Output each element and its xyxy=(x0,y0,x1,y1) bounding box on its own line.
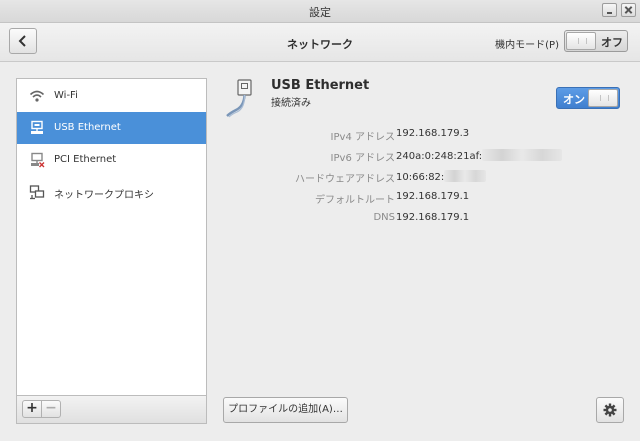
sidebar-item-label: USB Ethernet xyxy=(54,122,121,133)
airplane-mode-label: 機内モード(P) xyxy=(495,40,559,51)
sidebar-item-label: Wi-Fi xyxy=(54,90,78,101)
minimize-button[interactable] xyxy=(602,3,617,17)
add-device-button[interactable]: + xyxy=(22,400,42,418)
detail-value: 10:66:82: xyxy=(396,170,487,183)
device-power-toggle[interactable]: オン xyxy=(556,87,620,109)
detail-value: 192.168.179.1 xyxy=(396,212,470,223)
sidebar-item-wifi[interactable]: Wi-Fi xyxy=(17,80,206,112)
toggle-state-label: オフ xyxy=(601,36,623,49)
detail-value: 192.168.179.1 xyxy=(396,191,470,202)
redacted-area xyxy=(482,149,563,161)
gear-icon xyxy=(603,403,617,417)
detail-row-ipv4: IPv4 アドレス 192.168.179.3 xyxy=(220,128,640,144)
detail-key: IPv4 アドレス xyxy=(330,132,395,143)
sidebar-item-label: PCI Ethernet xyxy=(54,154,117,165)
remove-device-button[interactable]: − xyxy=(41,400,61,418)
detail-row-hardware-address: ハードウェアアドレス 10:66:82: xyxy=(220,170,640,186)
device-name: USB Ethernet xyxy=(271,78,370,93)
ethernet-cable-icon xyxy=(226,79,252,118)
wired-network-icon xyxy=(31,120,43,134)
detail-row-ipv6: IPv6 アドレス 240a:0:248:21af: xyxy=(220,149,640,165)
device-list-toolbar: + − xyxy=(16,396,207,424)
detail-key: IPv6 アドレス xyxy=(330,153,395,164)
toggle-knob xyxy=(566,32,596,50)
redacted-area xyxy=(444,170,487,182)
wired-network-disconnected-icon xyxy=(31,152,45,168)
detail-value: 192.168.179.3 xyxy=(396,128,470,139)
toggle-knob xyxy=(588,89,618,107)
detail-value: 240a:0:248:21af: xyxy=(396,149,563,162)
detail-key: デフォルトルート xyxy=(315,195,395,206)
wifi-icon xyxy=(29,90,45,102)
detail-row-dns: DNS 192.168.179.1 xyxy=(220,212,640,228)
toggle-state-label: オン xyxy=(563,93,585,106)
network-proxy-icon xyxy=(29,185,45,200)
add-profile-button[interactable]: プロファイルの追加(A)… xyxy=(223,397,348,423)
airplane-mode-toggle[interactable]: オフ xyxy=(564,30,628,52)
detail-key: ハードウェアアドレス xyxy=(295,174,395,185)
sidebar-item-network-proxy[interactable]: ネットワークプロキシ xyxy=(17,176,206,208)
detail-key: DNS xyxy=(373,212,395,223)
device-status: 接続済み xyxy=(271,98,311,109)
sidebar-item-pci-ethernet[interactable]: PCI Ethernet xyxy=(17,144,206,176)
header-bar: ネットワーク 機内モード(P) オフ xyxy=(0,23,640,62)
sidebar-item-usb-ethernet[interactable]: USB Ethernet xyxy=(17,112,206,144)
device-settings-button[interactable] xyxy=(596,397,624,423)
title-bar: 設定 xyxy=(0,0,640,23)
close-button[interactable] xyxy=(621,3,636,17)
settings-window: 設定 ネットワーク 機内モード(P) オフ Wi-Fi USB Ethernet… xyxy=(0,0,640,441)
window-title: 設定 xyxy=(309,6,331,19)
device-list: Wi-Fi USB Ethernet PCI Ethernet ネットワークプロ… xyxy=(16,78,207,396)
detail-row-default-route: デフォルトルート 192.168.179.1 xyxy=(220,191,640,207)
sidebar-item-label: ネットワークプロキシ xyxy=(54,190,154,201)
